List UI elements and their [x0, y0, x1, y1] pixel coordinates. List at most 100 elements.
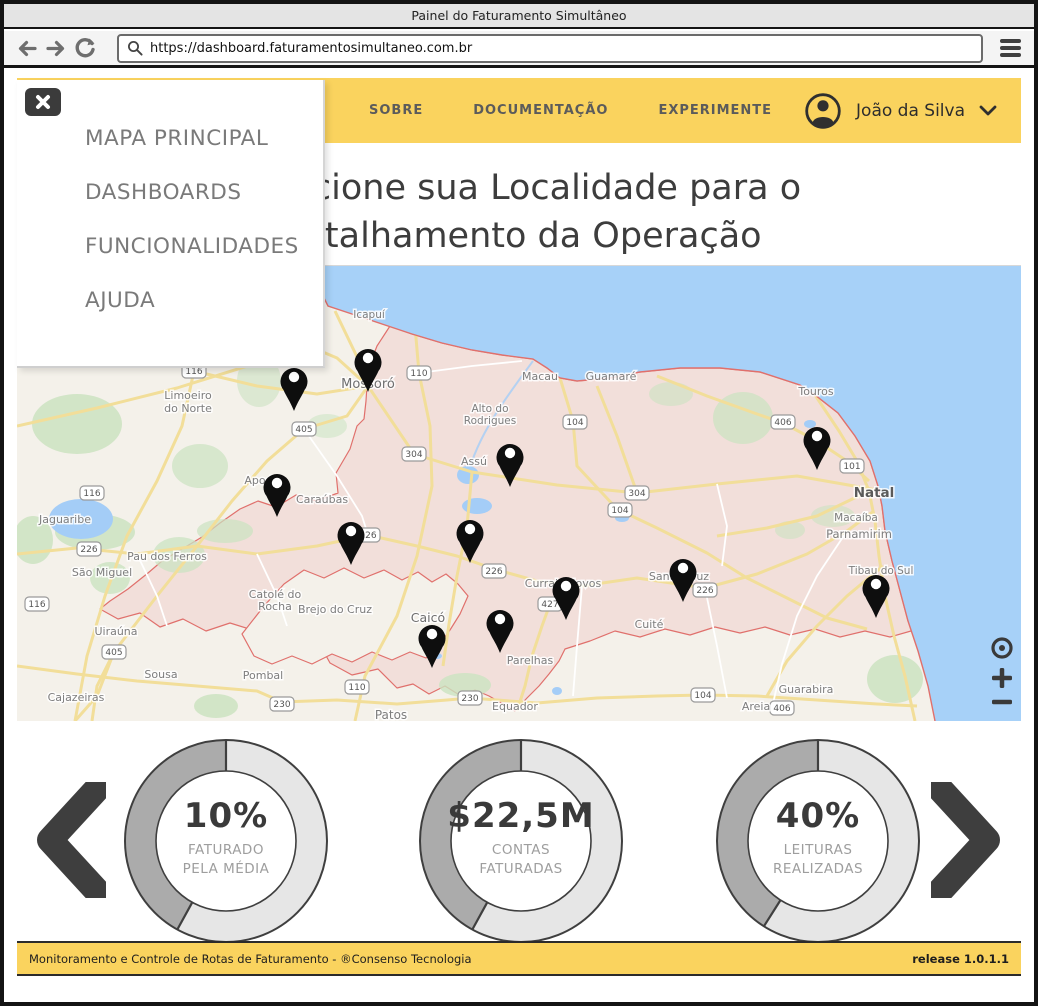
browser-menu-button[interactable] [997, 36, 1024, 60]
road-shield: 406 [771, 415, 795, 429]
map-city-label: Jaguaribe [38, 513, 91, 526]
svg-text:226: 226 [80, 545, 97, 555]
svg-text:101: 101 [843, 462, 860, 472]
chevron-down-icon [979, 105, 997, 116]
road-shield: 110 [345, 680, 369, 694]
map-city-label: Caicó [411, 610, 445, 625]
window-title: Painel do Faturamento Simultâneo [411, 8, 626, 23]
road-shield: 304 [402, 447, 426, 461]
map-city-label: Limoeiro [164, 389, 212, 402]
map-city-label: do Norte [164, 402, 212, 415]
window-titlebar[interactable]: Painel do Faturamento Simultâneo [4, 4, 1034, 29]
side-menu-list: MAPA PRINCIPAL DASHBOARDS FUNCIONALIDADE… [17, 80, 323, 314]
map-city-label: Cajazeiras [48, 691, 105, 704]
donut-ring-chart [416, 736, 626, 946]
map-city-label: São Miguel [72, 566, 132, 579]
map-city-label: Parnamirim [826, 527, 892, 541]
svg-text:230: 230 [273, 700, 290, 710]
forward-button[interactable] [43, 36, 68, 61]
road-shield: 230 [270, 697, 294, 711]
close-icon [35, 94, 51, 110]
road-shield: 226 [77, 542, 101, 556]
map-city-label: Alto do [471, 403, 508, 415]
svg-text:226: 226 [485, 567, 502, 577]
road-shield: 226 [482, 564, 506, 578]
map-city-label: Caraúbas [296, 493, 348, 506]
svg-text:405: 405 [105, 648, 122, 658]
svg-text:104: 104 [566, 418, 583, 428]
map-city-label: Equador [492, 700, 538, 713]
road-shield: 405 [292, 422, 316, 436]
road-shield: 116 [80, 486, 104, 500]
back-button[interactable] [14, 36, 39, 61]
svg-text:104: 104 [611, 506, 628, 516]
road-shield: 230 [458, 691, 482, 705]
menu-item-ajuda[interactable]: AJUDA [85, 288, 323, 314]
svg-text:406: 406 [773, 704, 790, 714]
carousel-prev-button[interactable] [36, 782, 106, 898]
donut-ring-chart [713, 736, 923, 946]
user-name: João da Silva [856, 101, 965, 121]
map-city-label: Rodrigues [464, 415, 516, 427]
road-shield: 116 [25, 597, 49, 611]
svg-text:406: 406 [774, 418, 791, 428]
nav-link-documentacao[interactable]: DOCUMENTAÇÃO [473, 103, 608, 118]
menu-item-mapa-principal[interactable]: MAPA PRINCIPAL [85, 126, 323, 152]
refresh-icon [74, 37, 96, 59]
footer-text: Monitoramento e Controle de Rotas de Fat… [29, 952, 472, 966]
svg-text:116: 116 [83, 489, 100, 499]
user-menu[interactable]: João da Silva [804, 92, 997, 130]
svg-text:110: 110 [348, 683, 365, 693]
url-text: https://dashboard.faturamentosimultaneo.… [150, 41, 472, 56]
map-city-label: Tibau do Sul [848, 565, 914, 577]
side-menu-panel: MAPA PRINCIPAL DASHBOARDS FUNCIONALIDADE… [17, 80, 325, 368]
svg-text:304: 304 [628, 489, 645, 499]
svg-text:104: 104 [694, 691, 711, 701]
app-footer: Monitoramento e Controle de Rotas de Fat… [17, 941, 1021, 976]
road-shield: 406 [770, 701, 794, 715]
svg-text:405: 405 [295, 425, 312, 435]
zoom-out-button[interactable] [992, 700, 1012, 705]
forward-arrow-icon [46, 40, 66, 57]
road-shield: 110 [407, 366, 431, 380]
svg-text:304: 304 [405, 450, 422, 460]
header-nav: SOBRE DOCUMENTAÇÃO EXPERIMENTE [369, 103, 772, 118]
back-arrow-icon [17, 40, 37, 57]
address-bar[interactable]: https://dashboard.faturamentosimultaneo.… [117, 34, 983, 63]
map-city-label: Parelhas [507, 654, 554, 667]
nav-link-experimente[interactable]: EXPERIMENTE [658, 103, 772, 118]
release-version: release 1.0.1.1 [912, 952, 1009, 966]
svg-text:116: 116 [185, 367, 202, 377]
search-icon [127, 40, 143, 56]
road-shield: 226 [693, 583, 717, 597]
map-city-label: Areia [742, 700, 770, 713]
svg-text:226: 226 [696, 586, 713, 596]
road-shield: 104 [691, 688, 715, 702]
menu-close-button[interactable] [25, 88, 61, 116]
avatar-icon [804, 92, 842, 130]
nav-link-sobre[interactable]: SOBRE [369, 103, 423, 118]
svg-text:116: 116 [28, 600, 45, 610]
map-city-label: Pombal [243, 669, 283, 682]
donut-card: 10% FATURADO PELA MÉDIA [121, 736, 331, 946]
map-city-label: Natal [854, 485, 895, 501]
map-city-label: Uiraúna [94, 625, 137, 638]
kpi-carousel: 10% FATURADO PELA MÉDIA $22,5M CONTAS FA… [4, 720, 1034, 945]
road-shield: 104 [608, 503, 632, 517]
menu-item-dashboards[interactable]: DASHBOARDS [85, 180, 323, 206]
browser-toolbar: https://dashboard.faturamentosimultaneo.… [4, 31, 1034, 68]
map-city-label: Guamaré [586, 370, 637, 383]
carousel-next-button[interactable] [931, 782, 1001, 898]
map-city-label: Pau dos Ferros [127, 550, 207, 563]
map-city-label: Macaíba [834, 512, 878, 524]
road-shield: 104 [563, 415, 587, 429]
svg-text:427: 427 [541, 600, 558, 610]
donut-card: 40% LEITURAS REALIZADAS [713, 736, 923, 946]
svg-text:110: 110 [410, 369, 427, 379]
donut-card: $22,5M CONTAS FATURADAS [416, 736, 626, 946]
map-city-label: Assú [461, 455, 487, 468]
refresh-button[interactable] [72, 36, 97, 61]
road-shield: 304 [625, 486, 649, 500]
road-shield: 405 [102, 645, 126, 659]
menu-item-funcionalidades[interactable]: FUNCIONALIDADES [85, 234, 323, 260]
